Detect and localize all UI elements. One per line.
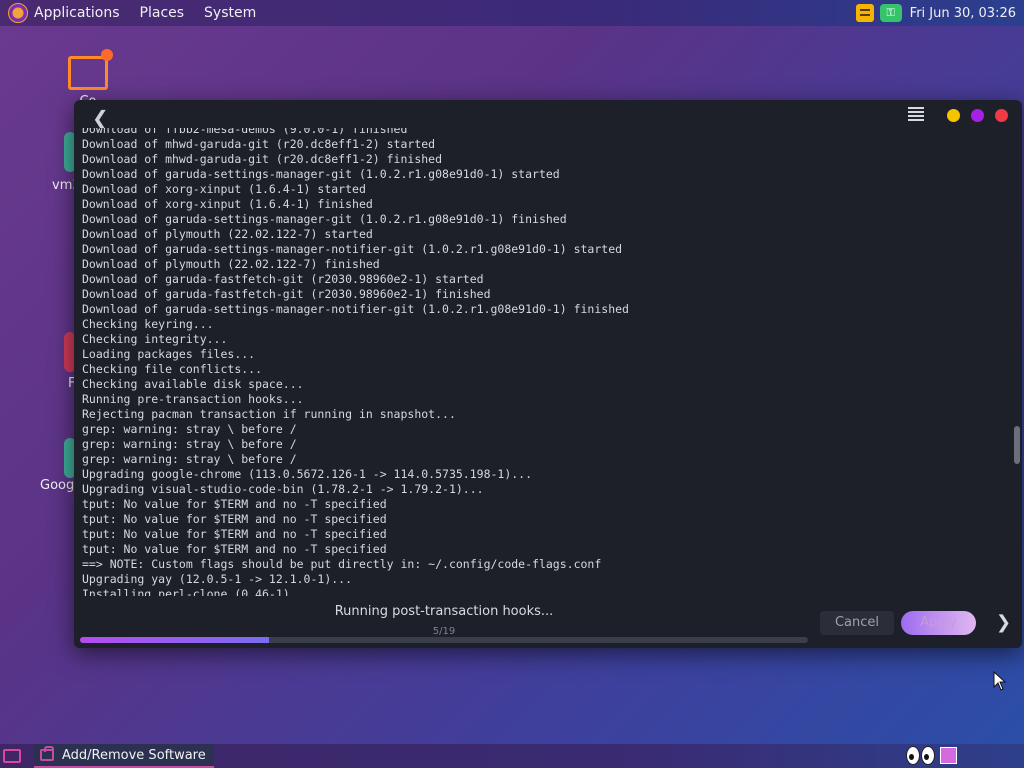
task-add-remove-software[interactable]: Add/Remove Software bbox=[34, 744, 214, 768]
xeyes-icon[interactable] bbox=[906, 746, 938, 766]
step-count: 5/19 bbox=[432, 626, 456, 637]
desktop-icon-label: Goog bbox=[40, 478, 75, 493]
top-panel: Applications Places System ⚿ Fri Jun 30,… bbox=[0, 0, 1024, 26]
task-label: Add/Remove Software bbox=[62, 747, 206, 763]
show-desktop-icon[interactable] bbox=[3, 749, 21, 763]
system-tray: ⚿ Fri Jun 30, 03:26 bbox=[855, 0, 1024, 26]
log-scrollbar[interactable] bbox=[1014, 426, 1020, 464]
taskbar: Add/Remove Software bbox=[0, 744, 1024, 768]
add-remove-software-window: ❮ Download of ffbb2-mesa-demos (9.0.0-1)… bbox=[74, 100, 1022, 648]
next-button[interactable]: ❯ bbox=[996, 612, 1011, 633]
minimize-button[interactable] bbox=[947, 109, 960, 122]
status-text: Running post-transaction hooks... bbox=[334, 604, 554, 619]
hamburger-menu-icon[interactable] bbox=[908, 107, 924, 121]
key-icon[interactable]: ⚿ bbox=[879, 4, 902, 22]
back-button[interactable]: ❮ bbox=[92, 106, 109, 130]
notes-icon[interactable] bbox=[855, 4, 874, 22]
close-button[interactable] bbox=[995, 109, 1008, 122]
mouse-cursor-icon bbox=[993, 671, 1007, 691]
computer-icon bbox=[68, 49, 113, 90]
menu-applications[interactable]: Applications bbox=[34, 5, 120, 21]
bottom-bar: Running post-transaction hooks... 5/19 C… bbox=[74, 596, 1022, 648]
menu-places[interactable]: Places bbox=[140, 5, 185, 21]
maximize-button[interactable] bbox=[971, 109, 984, 122]
garuda-logo-icon[interactable] bbox=[8, 3, 28, 23]
log-text: Download of ffbb2-mesa-demos (9.0.0-1) f… bbox=[82, 128, 629, 596]
apply-button[interactable]: Apply bbox=[901, 611, 976, 635]
cancel-button[interactable]: Cancel bbox=[820, 611, 894, 635]
progress-bar bbox=[80, 637, 808, 643]
workspace-switcher-icon[interactable] bbox=[940, 747, 957, 764]
clock[interactable]: Fri Jun 30, 03:26 bbox=[910, 6, 1016, 21]
transaction-log[interactable]: Download of ffbb2-mesa-demos (9.0.0-1) f… bbox=[74, 128, 1022, 596]
menu-system[interactable]: System bbox=[204, 5, 256, 21]
shopping-bag-icon bbox=[40, 746, 54, 761]
progress-fill bbox=[80, 637, 270, 643]
